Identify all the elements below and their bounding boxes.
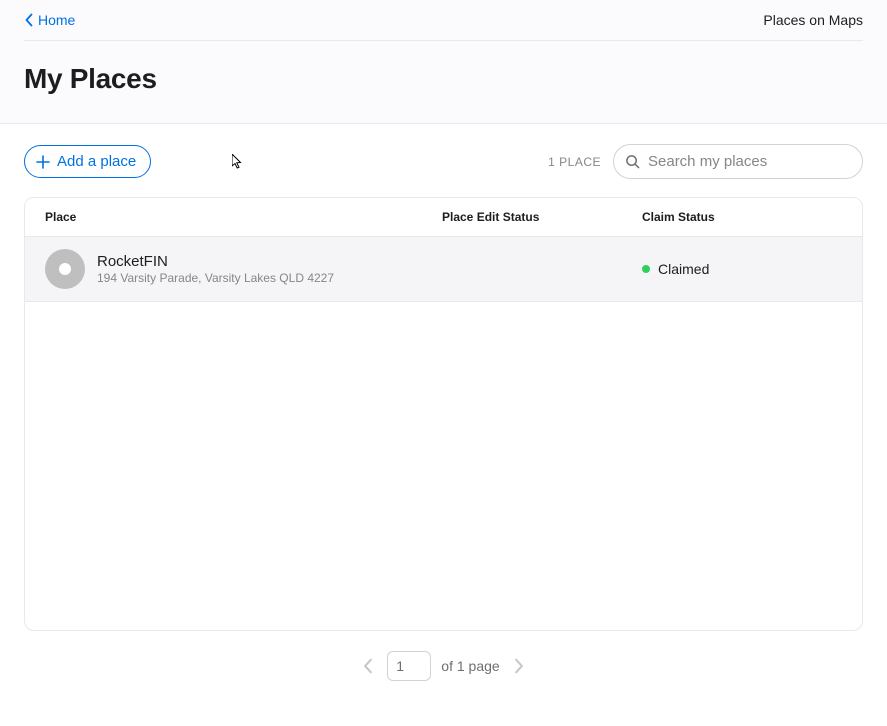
column-place: Place: [45, 210, 442, 224]
status-dot-icon: [642, 265, 650, 273]
add-place-label: Add a place: [57, 153, 136, 170]
place-count-label: 1 PLACE: [548, 155, 601, 169]
prev-page-button[interactable]: [359, 654, 377, 678]
place-name: RocketFIN: [97, 253, 334, 270]
search-input[interactable]: [613, 144, 863, 179]
back-home-label: Home: [38, 12, 75, 28]
place-address: 194 Varsity Parade, Varsity Lakes QLD 42…: [97, 271, 334, 285]
chevron-left-icon: [363, 658, 373, 674]
page-total-label: of 1 page: [441, 658, 499, 674]
add-place-button[interactable]: Add a place: [24, 145, 151, 178]
plus-icon: [35, 154, 51, 170]
column-edit-status: Place Edit Status: [442, 210, 642, 224]
chevron-left-icon: [24, 13, 34, 27]
next-page-button[interactable]: [510, 654, 528, 678]
table-header: Place Place Edit Status Claim Status: [25, 198, 862, 237]
claim-status-cell: Claimed: [642, 261, 842, 277]
table-row[interactable]: RocketFIN 194 Varsity Parade, Varsity La…: [25, 237, 862, 302]
chevron-right-icon: [514, 658, 524, 674]
search-icon: [625, 154, 640, 169]
search-wrap: [613, 144, 863, 179]
pagination: of 1 page: [24, 651, 863, 681]
place-avatar: [45, 249, 85, 289]
column-claim-status: Claim Status: [642, 210, 842, 224]
app-title: Places on Maps: [763, 12, 863, 28]
back-home-link[interactable]: Home: [24, 12, 75, 28]
page-number-input[interactable]: [387, 651, 431, 681]
page-title: My Places: [0, 41, 887, 123]
places-table: Place Place Edit Status Claim Status Roc…: [24, 197, 863, 631]
claim-status-label: Claimed: [658, 261, 709, 277]
